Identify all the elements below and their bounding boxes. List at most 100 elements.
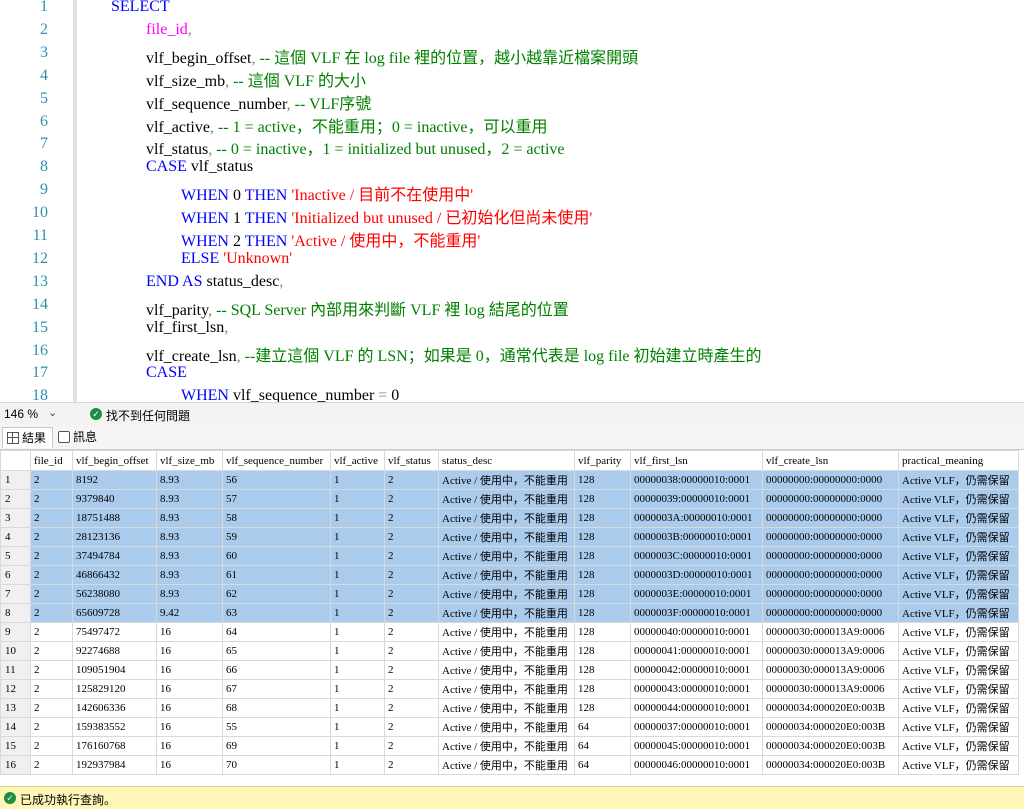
table-cell[interactable]: 109051904	[72, 660, 157, 680]
table-cell[interactable]: Active / 使用中，不能重用	[438, 565, 575, 585]
row-number[interactable]: 11	[0, 660, 31, 680]
table-row[interactable]: 7 2 56238080 8.93 62 1 2 Active / 使用中，不能重用 128 00…	[0, 584, 1019, 604]
table-cell[interactable]: 16	[156, 660, 223, 680]
table-cell[interactable]: 159383552	[72, 717, 157, 737]
table-cell[interactable]: 1	[330, 622, 385, 642]
chevron-down-icon[interactable]: ⌄	[48, 406, 57, 419]
table-cell[interactable]: 2	[30, 470, 73, 490]
table-cell[interactable]: 128	[574, 584, 631, 604]
table-cell[interactable]: 2	[384, 622, 439, 642]
table-cell[interactable]: 9.42	[156, 603, 223, 623]
table-row[interactable]: 10 2 92274688 16 65 1 2 Active / 使用中，不能重用 128 000…	[0, 641, 1019, 661]
table-cell[interactable]: Active VLF，仍需保留	[898, 584, 1019, 604]
table-cell[interactable]: 2	[30, 641, 73, 661]
table-cell[interactable]: 128	[574, 546, 631, 566]
table-cell[interactable]: 64	[574, 717, 631, 737]
column-header[interactable]: vlf_first_lsn	[630, 450, 763, 471]
table-cell[interactable]: 00000039:00000010:0001	[630, 489, 763, 509]
table-cell[interactable]: 176160768	[72, 736, 157, 756]
table-cell[interactable]: 0000003C:00000010:0001	[630, 546, 763, 566]
column-header[interactable]: status_desc	[438, 450, 575, 471]
table-cell[interactable]: 2	[30, 622, 73, 642]
table-row[interactable]: 2 2 9379840 8.93 57 1 2 Active / 使用中，不能重用 128 000…	[0, 489, 1019, 509]
table-cell[interactable]: Active / 使用中，不能重用	[438, 546, 575, 566]
table-cell[interactable]: 2	[384, 736, 439, 756]
table-row[interactable]: 1 2 8192 8.93 56 1 2 Active / 使用中，不能重用 128 000000…	[0, 470, 1019, 490]
table-cell[interactable]: Active VLF，仍需保留	[898, 527, 1019, 547]
table-cell[interactable]: 00000000:00000000:0000	[762, 508, 899, 528]
table-cell[interactable]: 70	[222, 755, 331, 775]
table-cell[interactable]: Active / 使用中，不能重用	[438, 679, 575, 699]
table-row[interactable]: 6 2 46866432 8.93 61 1 2 Active / 使用中，不能重用 128 00…	[0, 565, 1019, 585]
column-header[interactable]: vlf_parity	[574, 450, 631, 471]
table-cell[interactable]: Active VLF，仍需保留	[898, 736, 1019, 756]
table-row[interactable]: 8 2 65609728 9.42 63 1 2 Active / 使用中，不能重用 128 00…	[0, 603, 1019, 623]
table-cell[interactable]: 2	[384, 565, 439, 585]
table-cell[interactable]: 00000044:00000010:0001	[630, 698, 763, 718]
table-cell[interactable]: 00000000:00000000:0000	[762, 565, 899, 585]
table-cell[interactable]: Active VLF，仍需保留	[898, 603, 1019, 623]
table-cell[interactable]: 18751488	[72, 508, 157, 528]
table-cell[interactable]: 2	[384, 755, 439, 775]
table-cell[interactable]: 59	[222, 527, 331, 547]
row-number[interactable]: 3	[0, 508, 31, 528]
table-cell[interactable]: 2	[384, 489, 439, 509]
table-cell[interactable]: 192937984	[72, 755, 157, 775]
table-cell[interactable]: 00000037:00000010:0001	[630, 717, 763, 737]
table-cell[interactable]: Active / 使用中，不能重用	[438, 698, 575, 718]
table-cell[interactable]: 00000041:00000010:0001	[630, 641, 763, 661]
table-cell[interactable]: 0000003E:00000010:0001	[630, 584, 763, 604]
table-cell[interactable]: 1	[330, 584, 385, 604]
table-cell[interactable]: 00000030:000013A9:0006	[762, 660, 899, 680]
table-cell[interactable]: 69	[222, 736, 331, 756]
table-cell[interactable]: 128	[574, 698, 631, 718]
table-cell[interactable]: 00000042:00000010:0001	[630, 660, 763, 680]
row-number[interactable]: 12	[0, 679, 31, 699]
table-cell[interactable]: Active VLF，仍需保留	[898, 717, 1019, 737]
table-cell[interactable]: 128	[574, 489, 631, 509]
table-cell[interactable]: 56	[222, 470, 331, 490]
table-cell[interactable]: Active / 使用中，不能重用	[438, 641, 575, 661]
row-number[interactable]: 6	[0, 565, 31, 585]
table-row[interactable]: 12 2 125829120 16 67 1 2 Active / 使用中，不能重用 128 00…	[0, 679, 1019, 699]
row-number[interactable]: 16	[0, 755, 31, 775]
table-cell[interactable]: 2	[30, 508, 73, 528]
table-cell[interactable]: 00000030:000013A9:0006	[762, 641, 899, 661]
table-cell[interactable]: 1	[330, 565, 385, 585]
tab-messages[interactable]: 訊息	[54, 427, 103, 447]
table-row[interactable]: 9 2 75497472 16 64 1 2 Active / 使用中，不能重用 128 0000…	[0, 622, 1019, 642]
table-cell[interactable]: Active / 使用中，不能重用	[438, 508, 575, 528]
table-cell[interactable]: 2	[30, 717, 73, 737]
table-cell[interactable]: 0000003F:00000010:0001	[630, 603, 763, 623]
column-header[interactable]: vlf_begin_offset	[72, 450, 157, 471]
table-row[interactable]: 15 2 176160768 16 69 1 2 Active / 使用中，不能重用 64 000…	[0, 736, 1019, 756]
table-cell[interactable]: Active / 使用中，不能重用	[438, 527, 575, 547]
table-cell[interactable]: 128	[574, 660, 631, 680]
table-cell[interactable]: 16	[156, 717, 223, 737]
table-cell[interactable]: 00000000:00000000:0000	[762, 584, 899, 604]
table-cell[interactable]: 64	[574, 755, 631, 775]
row-number[interactable]: 7	[0, 584, 31, 604]
table-cell[interactable]: Active VLF，仍需保留	[898, 508, 1019, 528]
table-cell[interactable]: 00000034:000020E0:003B	[762, 698, 899, 718]
table-cell[interactable]: 1	[330, 755, 385, 775]
row-number[interactable]: 14	[0, 717, 31, 737]
table-cell[interactable]: 2	[30, 755, 73, 775]
table-cell[interactable]: 00000000:00000000:0000	[762, 470, 899, 490]
table-cell[interactable]: 8.93	[156, 508, 223, 528]
table-cell[interactable]: 66	[222, 660, 331, 680]
column-header[interactable]: practical_meaning	[898, 450, 1019, 471]
table-cell[interactable]: 62	[222, 584, 331, 604]
tab-results[interactable]: 結果	[2, 427, 54, 448]
table-cell[interactable]: Active VLF，仍需保留	[898, 546, 1019, 566]
table-cell[interactable]: 61	[222, 565, 331, 585]
table-cell[interactable]: Active VLF，仍需保留	[898, 622, 1019, 642]
table-cell[interactable]: 00000034:000020E0:003B	[762, 736, 899, 756]
table-cell[interactable]: Active VLF，仍需保留	[898, 470, 1019, 490]
table-row[interactable]: 11 2 109051904 16 66 1 2 Active / 使用中，不能重用 128 00…	[0, 660, 1019, 680]
row-number[interactable]: 4	[0, 527, 31, 547]
table-cell[interactable]: 2	[384, 546, 439, 566]
table-cell[interactable]: 67	[222, 679, 331, 699]
zoom-level[interactable]: 146 %	[4, 407, 38, 421]
table-cell[interactable]: Active / 使用中，不能重用	[438, 470, 575, 490]
